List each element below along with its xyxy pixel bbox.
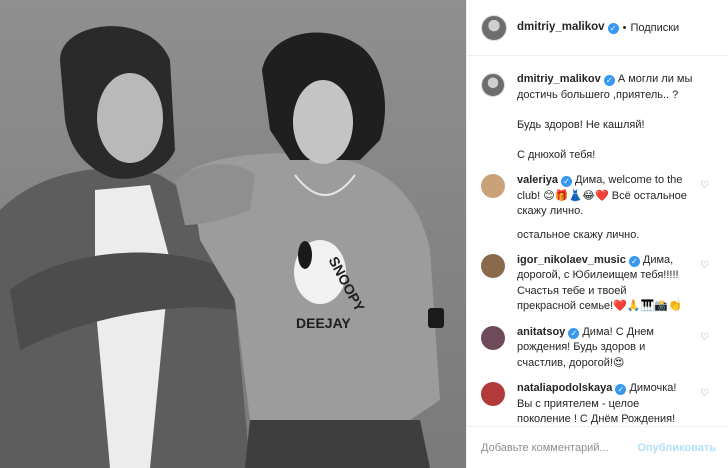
following-button[interactable]: Подписки <box>630 22 679 34</box>
sweatshirt-text-bottom: DEEJAY <box>296 315 351 331</box>
comment-item: nataliapodolskaya ✓ Димочка! Вы с приятел… <box>481 381 718 426</box>
like-heart-icon[interactable]: ♡ <box>700 389 710 399</box>
caption-username[interactable]: dmitriy_malikov <box>517 73 601 85</box>
commenter-avatar[interactable] <box>481 253 505 278</box>
post-header: dmitriy_malikov ✓ • Подписки <box>467 0 728 56</box>
comment-username[interactable]: igor_nikolaev_music <box>517 254 626 266</box>
commenter-avatar[interactable] <box>481 382 505 406</box>
comment-body: anitatsoy ✓ Дима! С Днем рождения! Будь з… <box>517 325 687 372</box>
comment-input[interactable] <box>481 441 638 454</box>
caption-body: dmitriy_malikov ✓ А могли ли мы достичь б… <box>517 71 718 163</box>
author-username-text[interactable]: dmitriy_malikov <box>517 21 605 33</box>
like-heart-icon[interactable]: ♡ <box>700 260 710 271</box>
like-heart-icon[interactable]: ♡ <box>700 332 710 343</box>
comment-item: valeriya ✓ Дима, welcome to the club! 😊🎁👗… <box>481 173 718 220</box>
publish-button[interactable]: Опубликовать <box>637 442 716 454</box>
verified-badge-icon: ✓ <box>607 23 619 34</box>
verified-badge-icon: ✓ <box>560 176 572 187</box>
left-man-face <box>97 73 163 163</box>
verified-badge-icon: ✓ <box>615 384 627 395</box>
right-man-face <box>293 80 353 164</box>
wristwatch <box>428 308 444 328</box>
author-avatar[interactable] <box>481 14 507 41</box>
post-photo[interactable]: SNOOPY DEEJAY <box>0 0 466 468</box>
instagram-post: SNOOPY DEEJAY dmitriy_malikov ✓ • Подписк… <box>0 0 728 468</box>
stray-comment-text: остальное скажу лично. <box>517 228 640 241</box>
comment-item: anitatsoy ✓ Дима! С Днем рождения! Будь з… <box>481 325 718 372</box>
comment-username[interactable]: nataliapodolskaya <box>517 382 612 394</box>
caption-line-3: С днюхой тебя! <box>517 149 596 161</box>
commenter-avatar[interactable] <box>481 174 505 198</box>
post-side-panel: dmitriy_malikov ✓ • Подписки dmitriy_mali… <box>466 0 728 468</box>
comment-composer: Опубликовать <box>467 426 728 468</box>
commenter-avatar[interactable] <box>481 325 505 350</box>
header-separator: • <box>622 21 627 34</box>
caption-line-2: Будь здоров! Не кашляй! <box>517 119 645 131</box>
like-heart-icon[interactable]: ♡ <box>700 181 710 191</box>
photo-illustration: SNOOPY DEEJAY <box>0 0 466 468</box>
comments-list[interactable]: dmitriy_malikov ✓ А могли ли мы достичь б… <box>467 57 728 426</box>
comment-item: igor_nikolaev_music ✓ Дима, дорогой, с Юб… <box>481 253 718 315</box>
verified-badge-icon: ✓ <box>568 327 580 339</box>
author-username[interactable]: dmitriy_malikov ✓ <box>517 21 619 34</box>
right-man-jeans <box>245 420 430 468</box>
comment-body: nataliapodolskaya ✓ Димочка! Вы с приятел… <box>517 381 687 426</box>
comment-username[interactable]: anitatsoy <box>517 326 565 338</box>
verified-badge-icon: ✓ <box>628 255 640 267</box>
comment-username[interactable]: valeriya <box>517 174 558 186</box>
comment-body: igor_nikolaev_music ✓ Дима, дорогой, с Юб… <box>517 253 687 315</box>
caption-avatar[interactable] <box>481 73 505 97</box>
comment-body: valeriya ✓ Дима, welcome to the club! 😊🎁👗… <box>517 173 687 220</box>
verified-badge-icon: ✓ <box>603 75 615 86</box>
caption: dmitriy_malikov ✓ А могли ли мы достичь б… <box>481 71 718 163</box>
